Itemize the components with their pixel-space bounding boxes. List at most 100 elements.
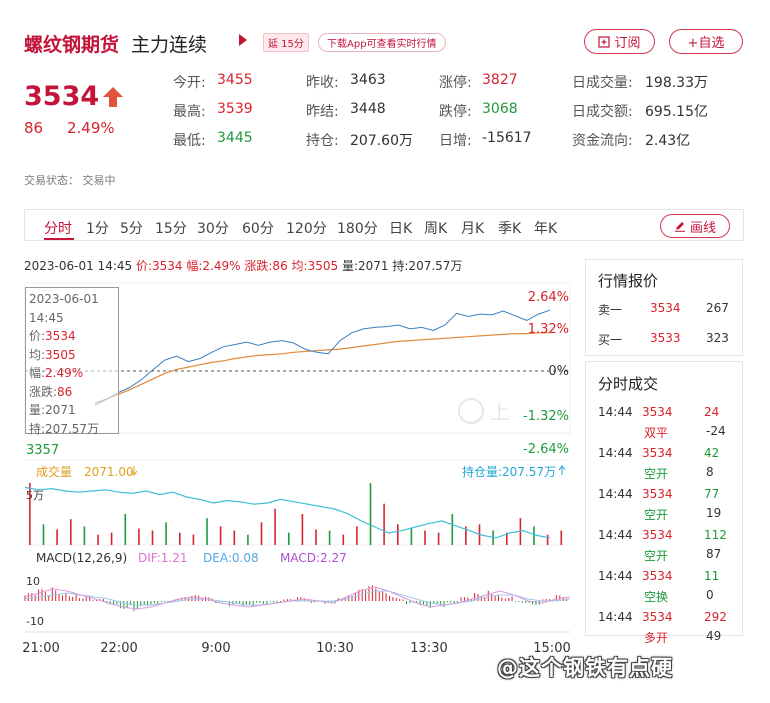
tooltip-chg: 86 xyxy=(57,384,73,399)
volume-bar xyxy=(369,483,372,545)
volume-bar xyxy=(342,534,345,545)
quote-row-volume: 267 xyxy=(706,301,729,315)
deal-time: 14:44 xyxy=(598,528,633,542)
volume-bar xyxy=(233,530,236,545)
deal-qty: 292 xyxy=(704,610,727,624)
volume-bar xyxy=(97,534,99,545)
volume-bar xyxy=(546,534,549,545)
tick-deals-panel: 分时成交 14:44 3534 24 双平 -24 14:44 3534 42 空开 8 14:44… xyxy=(585,361,743,645)
deal-delta: -24 xyxy=(706,424,726,438)
tooltip-time: 14:45 xyxy=(29,310,64,325)
deal-delta: 49 xyxy=(706,629,722,643)
macd-axis-bottom: -10 xyxy=(26,615,44,628)
time-axis-label: 21:00 xyxy=(22,641,59,656)
price-axis-label: 1.32% xyxy=(528,322,569,337)
chart-watermark-logo xyxy=(458,398,484,424)
volume-bar xyxy=(70,519,72,545)
volume-bar xyxy=(151,530,154,545)
deal-price: 3534 xyxy=(642,569,673,583)
deal-price: 3534 xyxy=(642,487,673,501)
tooltip-oi-label: 持: xyxy=(29,421,46,436)
macd-value-label: MACD:2.27 xyxy=(280,551,347,565)
deal-qty: 77 xyxy=(704,487,720,501)
deal-time: 14:44 xyxy=(598,569,633,583)
volume-bar xyxy=(247,534,249,545)
tooltip-amp-row: 幅:2.49% xyxy=(29,364,115,383)
price-axis-label: -1.32% xyxy=(523,409,569,424)
time-axis-label: 13:30 xyxy=(410,641,447,656)
macd-label: MACD(12,26,9) xyxy=(36,551,127,565)
macd-dea-label: DEA:0.08 xyxy=(203,551,259,565)
volume-label: 成交量 xyxy=(36,464,72,479)
deal-qty: 112 xyxy=(704,528,727,542)
tooltip-vol: 2071 xyxy=(45,403,76,417)
volume-bar xyxy=(328,530,331,545)
tooltip-chg-row: 涨跌:86 xyxy=(29,383,115,402)
tooltip-oi: 207.57万 xyxy=(45,421,100,436)
deal-price: 3534 xyxy=(642,405,673,419)
tooltip-amp: 2.49% xyxy=(45,366,84,380)
deal-type: 空开 xyxy=(644,508,669,522)
tooltip-date: 2023-06-01 xyxy=(29,292,99,306)
volume-bar xyxy=(288,532,290,545)
volume-bar xyxy=(560,530,563,545)
volume-bar xyxy=(274,508,276,545)
deal-delta: 19 xyxy=(706,506,722,520)
tooltip-vol-row: 量:2071 xyxy=(29,401,115,420)
quote-row-volume: 323 xyxy=(706,331,729,345)
time-axis-label: 10:30 xyxy=(316,641,353,656)
deal-time: 14:44 xyxy=(598,405,633,419)
deal-price: 3534 xyxy=(642,446,673,460)
deal-delta: 8 xyxy=(706,465,714,479)
macd-axis-top: 10 xyxy=(26,575,40,588)
deal-time: 14:44 xyxy=(598,487,633,501)
price-axis-label: -2.64% xyxy=(523,442,569,457)
quote-panel: 行情报价 卖一 3534 267 买一 3533 323 xyxy=(585,259,743,356)
tooltip-price: 3534 xyxy=(45,329,76,343)
tooltip-price-label: 价: xyxy=(29,329,46,343)
deal-delta: 87 xyxy=(706,547,722,561)
quote-panel-title: 行情报价 xyxy=(598,272,659,290)
price-line xyxy=(94,309,551,406)
average-price-line xyxy=(94,332,550,404)
quote-row-price: 3534 xyxy=(650,301,681,315)
deal-type: 双平 xyxy=(644,426,669,440)
deal-price: 3534 xyxy=(642,528,673,542)
deal-delta: 0 xyxy=(706,588,714,602)
volume-bar xyxy=(165,522,167,545)
volume-bar xyxy=(179,532,181,545)
open-interest-up-arrow-icon xyxy=(558,465,566,475)
volume-bar xyxy=(383,503,385,545)
volume-bar xyxy=(260,522,263,545)
quote-row-price: 3533 xyxy=(650,331,681,345)
volume-bar xyxy=(437,532,440,545)
chart-watermark-text: 上 xyxy=(490,400,510,424)
tooltip-avg: 3505 xyxy=(45,347,76,362)
deal-time: 14:44 xyxy=(598,446,633,460)
author-watermark: @这个钢铁有点硬 xyxy=(497,656,673,680)
tooltip-avg-label: 均: xyxy=(29,347,46,362)
volume-bar xyxy=(356,526,358,545)
deal-type: 空换 xyxy=(644,590,669,604)
quote-row-label: 买一 xyxy=(598,333,623,347)
deal-qty: 42 xyxy=(704,446,720,460)
volume-bar xyxy=(29,483,31,545)
crosshair-tooltip: 2023-06-01 14:45 价:3534 均:3505 幅:2.49% 涨… xyxy=(25,287,119,436)
tooltip-avg-row: 均:3505 xyxy=(29,346,115,365)
tooltip-vol-label: 量: xyxy=(29,403,46,417)
tooltip-price-row: 价:3534 xyxy=(29,327,115,346)
deal-panel-title: 分时成交 xyxy=(598,375,659,393)
volume-bar xyxy=(451,514,454,545)
volume-bar xyxy=(42,524,45,545)
tooltip-chg-label: 涨跌: xyxy=(29,384,58,399)
price-axis-label: 2.64% xyxy=(528,290,569,305)
open-interest-line xyxy=(24,486,551,539)
volume-bar xyxy=(192,534,195,545)
volume-bar xyxy=(301,514,304,545)
volume-bar xyxy=(83,526,86,545)
deal-type: 多开 xyxy=(644,631,669,645)
volume-bar xyxy=(424,530,426,545)
volume-bar xyxy=(219,526,222,545)
price-axis-min-label: 3357 xyxy=(26,443,59,458)
tooltip-amp-label: 幅: xyxy=(29,366,46,380)
